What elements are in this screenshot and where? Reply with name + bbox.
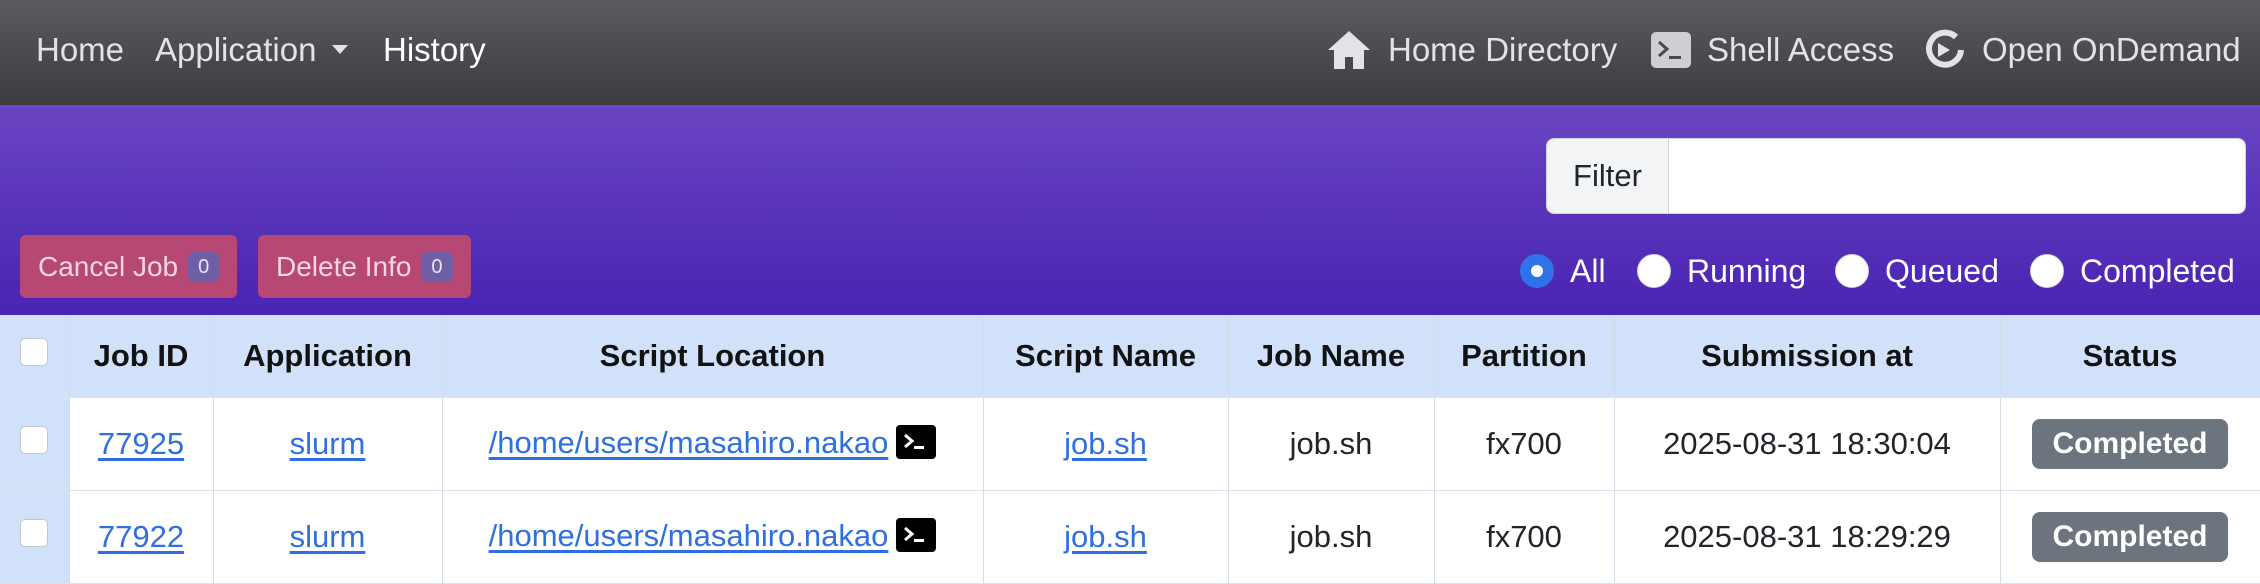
col-status[interactable]: Status	[2000, 315, 2260, 398]
job-name-cell: job.sh	[1228, 397, 1435, 491]
top-navbar: Home Application History Home Directory …	[0, 0, 2260, 105]
nav-shell-access-label: Shell Access	[1707, 31, 1895, 68]
select-all-cell	[0, 315, 70, 398]
radio-all-checked[interactable]	[1520, 254, 1554, 288]
radio-all-label: All	[1570, 252, 1606, 289]
filter-radio-completed[interactable]: Completed	[2030, 250, 2235, 292]
script-location-cell: /home/users/masahiro.nakao	[442, 397, 984, 491]
nav-shell-access[interactable]: Shell Access	[1651, 0, 1894, 100]
col-script-name[interactable]: Script Name	[983, 315, 1229, 398]
filter-group: Filter	[1546, 138, 2246, 214]
cancel-job-label: Cancel Job	[38, 250, 179, 282]
delete-count-badge: 0	[421, 251, 453, 282]
filter-input[interactable]	[1669, 139, 2245, 213]
col-job-id[interactable]: Job ID	[69, 315, 214, 398]
script-location-link[interactable]: /home/users/masahiro.nakao	[489, 425, 889, 460]
terminal-icon[interactable]	[896, 424, 937, 459]
status-badge: Completed	[2032, 511, 2228, 562]
col-job-name[interactable]: Job Name	[1228, 315, 1435, 398]
terminal-icon	[1651, 32, 1691, 68]
select-all-checkbox[interactable]	[20, 337, 49, 366]
cancel-job-button[interactable]: Cancel Job 0	[20, 235, 238, 298]
jobs-table: Job ID Application Script Location Scrip…	[0, 315, 2260, 584]
table-row: 77922 slurm /home/users/masahiro.nakao j…	[0, 490, 2260, 584]
delete-info-label: Delete Info	[276, 250, 412, 282]
house-icon	[1326, 29, 1372, 71]
nav-home-directory-label: Home Directory	[1388, 31, 1618, 68]
status-cell: Completed	[2000, 490, 2260, 584]
job-id-link[interactable]: 77925	[98, 426, 184, 461]
col-application[interactable]: Application	[213, 315, 443, 398]
radio-completed-label: Completed	[2080, 252, 2235, 289]
application-cell: slurm	[213, 397, 443, 491]
nav-history[interactable]: History	[383, 0, 486, 100]
filter-radio-queued[interactable]: Queued	[1835, 250, 1999, 292]
script-name-cell: job.sh	[983, 490, 1229, 584]
col-submission-at[interactable]: Submission at	[1614, 315, 2001, 398]
radio-queued-label: Queued	[1885, 252, 1999, 289]
delete-info-button[interactable]: Delete Info 0	[258, 235, 471, 298]
row-checkbox[interactable]	[20, 518, 49, 547]
radio-completed[interactable]	[2030, 254, 2064, 288]
job-name-cell: job.sh	[1228, 490, 1435, 584]
script-name-cell: job.sh	[983, 397, 1229, 491]
terminal-icon[interactable]	[896, 517, 937, 552]
script-location-cell: /home/users/masahiro.nakao	[442, 490, 984, 584]
filter-radio-all[interactable]: All	[1520, 250, 1606, 292]
row-select-cell	[0, 397, 70, 491]
application-link[interactable]: slurm	[290, 426, 366, 461]
job-id-cell: 77922	[69, 490, 214, 584]
col-partition[interactable]: Partition	[1434, 315, 1615, 398]
status-badge: Completed	[2032, 418, 2228, 469]
submission-cell: 2025-08-31 18:29:29	[1614, 490, 2001, 584]
script-name-link[interactable]: job.sh	[1064, 426, 1147, 461]
status-cell: Completed	[2000, 397, 2260, 491]
nav-open-ondemand-label: Open OnDemand	[1982, 31, 2241, 68]
application-cell: slurm	[213, 490, 443, 584]
nav-application[interactable]: Application	[155, 0, 316, 100]
table-header-row: Job ID Application Script Location Scrip…	[0, 315, 2260, 398]
cancel-count-badge: 0	[188, 251, 220, 282]
nav-home[interactable]: Home	[36, 0, 124, 100]
partition-cell: fx700	[1434, 490, 1615, 584]
script-name-link[interactable]: job.sh	[1064, 519, 1147, 554]
job-id-cell: 77925	[69, 397, 214, 491]
radio-running[interactable]	[1637, 254, 1671, 288]
nav-home-directory[interactable]: Home Directory	[1326, 0, 1617, 100]
row-select-cell	[0, 490, 70, 584]
submission-cell: 2025-08-31 18:30:04	[1614, 397, 2001, 491]
radio-queued[interactable]	[1835, 254, 1869, 288]
filter-label: Filter	[1547, 139, 1669, 213]
nav-open-ondemand[interactable]: Open OnDemand	[1924, 0, 2241, 100]
table-row: 77925 slurm /home/users/masahiro.nakao j…	[0, 397, 2260, 491]
chevron-down-icon[interactable]	[332, 45, 348, 54]
col-script-location[interactable]: Script Location	[442, 315, 984, 398]
partition-cell: fx700	[1434, 397, 1615, 491]
application-link[interactable]: slurm	[290, 519, 366, 554]
job-id-link[interactable]: 77922	[98, 519, 184, 554]
radio-running-label: Running	[1687, 252, 1807, 289]
ondemand-logo-icon	[1924, 29, 1966, 71]
script-location-link[interactable]: /home/users/masahiro.nakao	[489, 518, 889, 553]
row-checkbox[interactable]	[20, 425, 49, 454]
filter-radio-running[interactable]: Running	[1637, 250, 1806, 292]
